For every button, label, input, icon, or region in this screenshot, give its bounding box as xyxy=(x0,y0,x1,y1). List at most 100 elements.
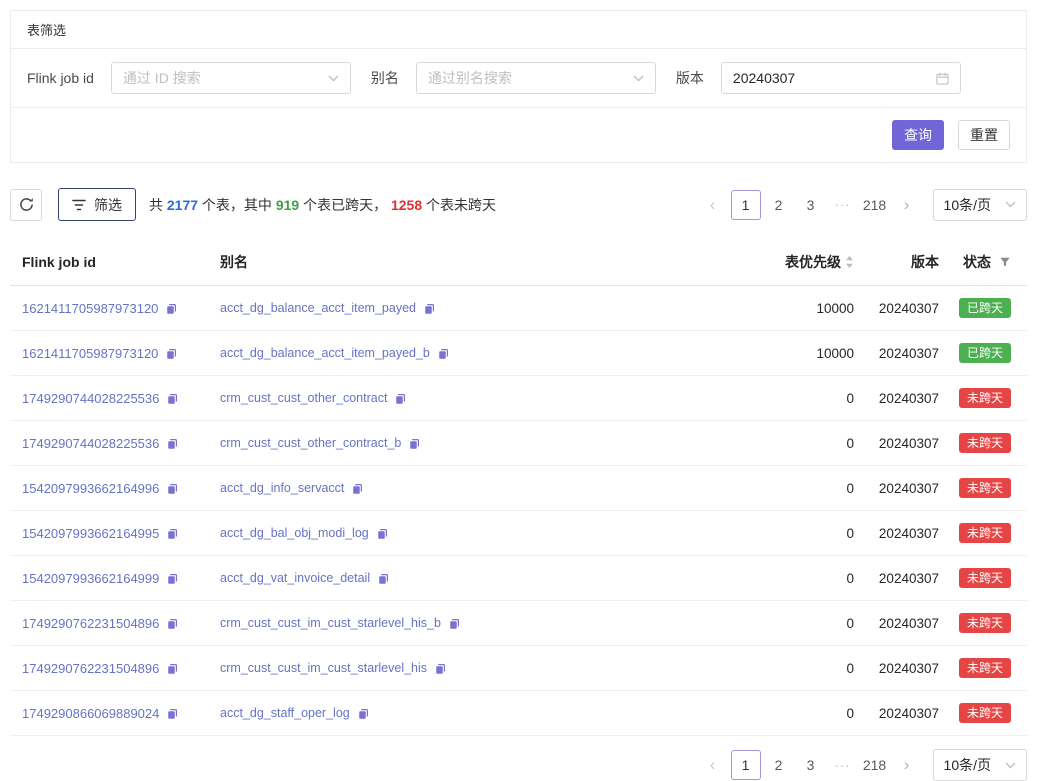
page-number-3[interactable]: 3 xyxy=(797,750,825,780)
row-priority: 0 xyxy=(734,616,854,631)
copy-icon[interactable] xyxy=(394,392,407,405)
refresh-button[interactable] xyxy=(10,189,42,221)
table: Flink job id 别名 表优先级 版本 状态 1621411705987… xyxy=(10,239,1027,736)
filter-button[interactable]: 筛选 xyxy=(58,188,136,221)
page-number-last[interactable]: 218 xyxy=(861,750,889,780)
next-page-button[interactable]: › xyxy=(893,750,921,780)
row-priority: 10000 xyxy=(734,301,854,316)
filter-card: 表筛选 Flink job id 通过 ID 搜索 别名 通过别名搜索 版本 2… xyxy=(10,10,1027,163)
page-ellipsis[interactable]: ··· xyxy=(829,750,857,780)
summary-crossed-count: 919 xyxy=(276,197,299,213)
pagination-bottom: ‹ 1 2 3 ··· 218 › 10条/页 xyxy=(697,749,1027,781)
page-number-last[interactable]: 218 xyxy=(861,190,889,220)
flink-job-id-select[interactable]: 通过 ID 搜索 xyxy=(111,62,351,94)
row-priority: 0 xyxy=(734,571,854,586)
table-row: 1542097993662164996 acct_dg_info_servacc… xyxy=(10,466,1027,511)
copy-icon[interactable] xyxy=(165,302,178,315)
row-id-link[interactable]: 1542097993662164999 xyxy=(22,571,159,586)
copy-icon[interactable] xyxy=(166,392,179,405)
row-id-link[interactable]: 1542097993662164996 xyxy=(22,481,159,496)
cell-alias: crm_cust_cust_im_cust_starlevel_his_b xyxy=(220,616,734,630)
row-alias-link[interactable]: acct_dg_balance_acct_item_payed xyxy=(220,301,416,315)
copy-icon[interactable] xyxy=(408,437,421,450)
table-header: Flink job id 别名 表优先级 版本 状态 xyxy=(10,239,1027,286)
prev-page-button[interactable]: ‹ xyxy=(699,750,727,780)
row-version: 20240307 xyxy=(854,661,939,676)
copy-icon[interactable] xyxy=(448,617,461,630)
page-number-2[interactable]: 2 xyxy=(765,750,793,780)
row-id-link[interactable]: 1621411705987973120 xyxy=(22,301,158,316)
alias-select[interactable]: 通过别名搜索 xyxy=(416,62,656,94)
copy-icon[interactable] xyxy=(351,482,364,495)
cell-status: 未跨天 xyxy=(939,613,1011,633)
row-id-link[interactable]: 1749290762231504896 xyxy=(22,616,159,631)
copy-icon[interactable] xyxy=(166,617,179,630)
row-id-link[interactable]: 1749290762231504896 xyxy=(22,661,159,676)
copy-icon[interactable] xyxy=(166,482,179,495)
copy-icon[interactable] xyxy=(357,707,370,720)
row-id-link[interactable]: 1542097993662164995 xyxy=(22,526,159,541)
query-button[interactable]: 查询 xyxy=(892,120,944,150)
row-id-link[interactable]: 1749290866069889024 xyxy=(22,706,159,721)
cell-alias: acct_dg_info_servacct xyxy=(220,481,734,495)
copy-icon[interactable] xyxy=(377,572,390,585)
filter-lines-icon xyxy=(72,199,86,211)
page-number-1[interactable]: 1 xyxy=(731,750,761,780)
copy-icon[interactable] xyxy=(166,662,179,675)
row-id-link[interactable]: 1621411705987973120 xyxy=(22,346,158,361)
row-alias-link[interactable]: crm_cust_cust_other_contract_b xyxy=(220,436,401,450)
cell-alias: crm_cust_cust_im_cust_starlevel_his xyxy=(220,661,734,675)
header-alias: 别名 xyxy=(220,252,734,272)
table-row: 1749290762231504896 crm_cust_cust_im_cus… xyxy=(10,601,1027,646)
row-version: 20240307 xyxy=(854,616,939,631)
table-row: 1542097993662164999 acct_dg_vat_invoice_… xyxy=(10,556,1027,601)
prev-page-button[interactable]: ‹ xyxy=(699,190,727,220)
cell-alias: acct_dg_balance_acct_item_payed xyxy=(220,301,734,315)
copy-icon[interactable] xyxy=(166,572,179,585)
row-alias-link[interactable]: crm_cust_cust_im_cust_starlevel_his xyxy=(220,661,427,675)
row-version: 20240307 xyxy=(854,436,939,451)
version-date-input[interactable]: 20240307 xyxy=(721,62,961,94)
page-size-select[interactable]: 10条/页 xyxy=(933,749,1027,781)
row-alias-link[interactable]: crm_cust_cust_other_contract xyxy=(220,391,387,405)
cell-flink-job-id: 1542097993662164995 xyxy=(22,526,220,541)
row-alias-link[interactable]: crm_cust_cust_im_cust_starlevel_his_b xyxy=(220,616,441,630)
table-row: 1621411705987973120 acct_dg_balance_acct… xyxy=(10,286,1027,331)
copy-icon[interactable] xyxy=(166,437,179,450)
row-id-link[interactable]: 1749290744028225536 xyxy=(22,436,159,451)
copy-icon[interactable] xyxy=(166,527,179,540)
sort-icon[interactable] xyxy=(845,255,854,269)
row-priority: 0 xyxy=(734,391,854,406)
page-ellipsis[interactable]: ··· xyxy=(829,190,857,220)
header-status[interactable]: 状态 xyxy=(939,252,1011,272)
copy-icon[interactable] xyxy=(423,302,436,315)
table-row: 1749290744028225536 crm_cust_cust_other_… xyxy=(10,376,1027,421)
reset-button[interactable]: 重置 xyxy=(958,120,1010,150)
copy-icon[interactable] xyxy=(376,527,389,540)
cell-alias: acct_dg_bal_obj_modi_log xyxy=(220,526,734,540)
row-alias-link[interactable]: acct_dg_bal_obj_modi_log xyxy=(220,526,369,540)
page-number-2[interactable]: 2 xyxy=(765,190,793,220)
header-priority[interactable]: 表优先级 xyxy=(734,252,854,272)
page-number-3[interactable]: 3 xyxy=(797,190,825,220)
copy-icon[interactable] xyxy=(437,347,450,360)
next-page-button[interactable]: › xyxy=(893,190,921,220)
copy-icon[interactable] xyxy=(165,347,178,360)
row-alias-link[interactable]: acct_dg_staff_oper_log xyxy=(220,706,350,720)
page-number-1[interactable]: 1 xyxy=(731,190,761,220)
copy-icon[interactable] xyxy=(434,662,447,675)
pagination-top: ‹ 1 2 3 ··· 218 › 10条/页 xyxy=(697,189,1027,221)
row-alias-link[interactable]: acct_dg_info_servacct xyxy=(220,481,344,495)
row-id-link[interactable]: 1749290744028225536 xyxy=(22,391,159,406)
status-badge: 已跨天 xyxy=(959,343,1011,363)
cell-flink-job-id: 1749290744028225536 xyxy=(22,391,220,406)
flink-job-id-label: Flink job id xyxy=(27,70,94,86)
funnel-filter-icon[interactable] xyxy=(999,256,1011,268)
row-alias-link[interactable]: acct_dg_balance_acct_item_payed_b xyxy=(220,346,430,360)
copy-icon[interactable] xyxy=(166,707,179,720)
row-priority: 0 xyxy=(734,481,854,496)
row-alias-link[interactable]: acct_dg_vat_invoice_detail xyxy=(220,571,370,585)
cell-status: 未跨天 xyxy=(939,388,1011,408)
page-size-select[interactable]: 10条/页 xyxy=(933,189,1027,221)
cell-status: 已跨天 xyxy=(939,298,1011,318)
